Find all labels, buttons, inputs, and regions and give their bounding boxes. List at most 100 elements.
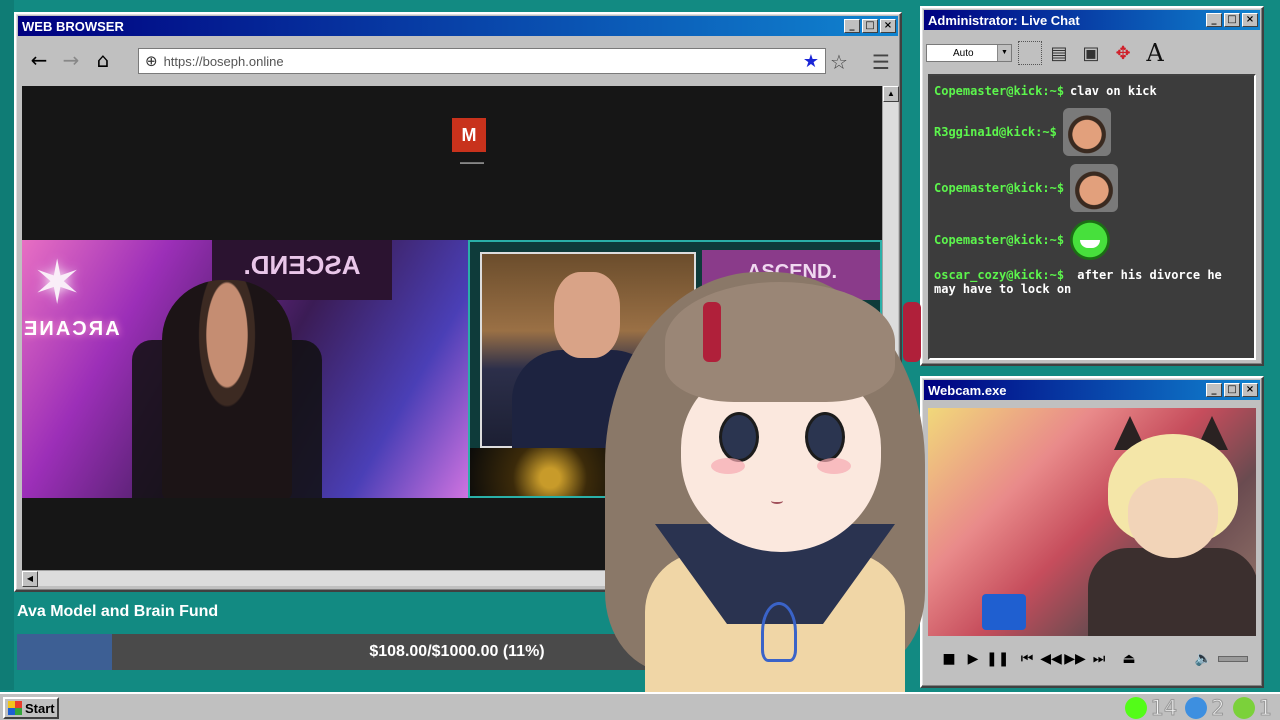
webcam-title: Webcam.exe: [928, 382, 1007, 398]
start-label: Start: [25, 700, 55, 716]
donation-status-text: $108.00/$1000.00 (11%): [369, 643, 545, 660]
guest-video-inset: [480, 252, 696, 450]
browser-title: WEB BROWSER: [22, 18, 124, 34]
donation-title: Ava Model and Brain Fund: [17, 603, 219, 620]
favorites-star-icon[interactable]: ☆: [830, 50, 848, 74]
selection-tool-icon[interactable]: [1018, 41, 1042, 65]
webcam-titlebar[interactable]: Webcam.exe _ □ ×: [924, 380, 1260, 400]
chat-message: R3ggina1d@kick:~$: [934, 108, 1250, 156]
close-button[interactable]: ×: [1242, 13, 1258, 27]
bookmark-star-icon[interactable]: ★: [803, 51, 819, 72]
donation-progress-bar: $108.00/$1000.00 (11%): [17, 634, 897, 670]
moon-count: 2: [1211, 696, 1225, 720]
green-laugh-emote-icon: [1070, 220, 1111, 260]
stream-left-video[interactable]: ASCEND. ✶ ARCANE: [22, 240, 468, 498]
paste-icon[interactable]: ▣: [1076, 38, 1106, 68]
chat-username[interactable]: Copemaster@kick:~$: [934, 233, 1064, 247]
font-size-select[interactable]: Auto ▼: [926, 44, 1012, 62]
browser-viewport: M ▬▬▬▬ ASCEND. ✶ ARCANE ASCEND.: [22, 86, 882, 570]
font-icon[interactable]: A: [1140, 38, 1170, 68]
url-text[interactable]: https://boseph.online: [164, 54, 803, 69]
move-icon[interactable]: ✥: [1108, 38, 1138, 68]
minimize-button[interactable]: _: [844, 19, 860, 33]
play-icon[interactable]: ▶: [962, 651, 984, 667]
fast-forward-icon[interactable]: ▶▶: [1064, 651, 1086, 667]
blue-mug: [982, 594, 1026, 630]
avatar-body: [1088, 548, 1256, 636]
font-size-value: Auto: [953, 47, 974, 59]
desktop-edge: [0, 0, 14, 690]
chat-toolbar: Auto ▼ ▤ ▣ ✥ A: [926, 34, 1258, 72]
horizontal-scrollbar[interactable]: ◀: [22, 570, 898, 587]
chat-message: Copemaster@kick:~$: [934, 220, 1250, 260]
pause-icon[interactable]: ❚❚: [986, 651, 1009, 667]
menu-icon[interactable]: ☰: [872, 50, 890, 74]
maximize-button[interactable]: □: [862, 19, 878, 33]
ascend-banner-right: ASCEND.: [702, 250, 880, 300]
address-bar[interactable]: ⊕ https://boseph.online ★: [138, 48, 826, 74]
forward-arrow-icon[interactable]: →: [58, 47, 84, 73]
volume-control: 🔈: [1195, 651, 1256, 667]
chat-message: Copemaster@kick:~$ clav on kick: [934, 82, 1250, 100]
stop-icon[interactable]: ■: [938, 651, 960, 667]
neon-star-icon: ✶: [32, 248, 83, 318]
sparkle-graphic: [470, 448, 670, 496]
system-tray: 14 2 1: [1117, 695, 1273, 720]
chevron-down-icon[interactable]: ▼: [997, 45, 1011, 61]
close-button[interactable]: ×: [1242, 383, 1258, 397]
channel-caption: ▬▬▬▬: [460, 160, 484, 166]
chat-text: clav on kick: [1070, 84, 1157, 98]
scroll-left-arrow-icon[interactable]: ◀: [22, 571, 38, 587]
chat-message: Copemaster@kick:~$: [934, 164, 1250, 212]
previous-icon[interactable]: ⏮: [1016, 651, 1038, 667]
chat-log[interactable]: Copemaster@kick:~$ clav on kick R3ggina1…: [928, 74, 1256, 360]
chat-title: Administrator: Live Chat: [928, 12, 1080, 28]
maximize-button[interactable]: □: [1224, 383, 1240, 397]
guest-face: [554, 272, 620, 358]
stream-right-video[interactable]: ASCEND.: [468, 240, 882, 498]
close-button[interactable]: ×: [880, 19, 896, 33]
start-button[interactable]: Start: [3, 697, 59, 719]
chat-username[interactable]: oscar_cozy@kick:~$: [934, 268, 1064, 282]
kick-count: 14: [1150, 696, 1178, 720]
chat-titlebar[interactable]: Administrator: Live Chat _ □ ×: [924, 10, 1260, 30]
face-emote-icon: [1070, 164, 1119, 212]
globe-icon: ⊕: [145, 52, 158, 70]
back-arrow-icon[interactable]: ←: [26, 47, 52, 73]
windows-logo-icon: [8, 701, 22, 715]
hair-ribbon-right: [903, 302, 921, 362]
chat-username[interactable]: R3ggina1d@kick:~$: [934, 125, 1057, 139]
chat-message: oscar_cozy@kick:~$ after his divorce he …: [934, 268, 1250, 296]
rewind-icon[interactable]: ◀◀: [1040, 651, 1062, 667]
minimize-button[interactable]: _: [1206, 383, 1222, 397]
face-emote-icon: [1062, 108, 1111, 156]
home-icon[interactable]: ⌂: [90, 47, 116, 73]
arcane-sign: ARCANE: [22, 318, 120, 340]
play-count: 1: [1258, 696, 1272, 720]
scroll-up-arrow-icon[interactable]: ▲: [883, 86, 899, 102]
minimize-button[interactable]: _: [1206, 13, 1222, 27]
media-controls: ■ ▶ ❚❚ ⏮ ◀◀ ▶▶ ⏭ ⏏ 🔈: [928, 642, 1256, 676]
volume-icon[interactable]: 🔈: [1195, 651, 1212, 667]
webcam-window: Webcam.exe _ □ × ■ ▶ ❚❚ ⏮ ◀◀ ▶▶ ⏭ ⏏ 🔈: [920, 376, 1264, 688]
live-chat-window: Administrator: Live Chat _ □ × Auto ▼ ▤ …: [920, 6, 1264, 366]
streamer-figure: [162, 280, 292, 498]
play-circle-icon[interactable]: [1232, 697, 1255, 719]
moon-icon[interactable]: [1185, 697, 1208, 719]
volume-slider[interactable]: [1218, 656, 1248, 662]
document-icon[interactable]: ▤: [1044, 38, 1074, 68]
next-icon[interactable]: ⏭: [1088, 651, 1110, 667]
eject-icon[interactable]: ⏏: [1118, 651, 1140, 667]
maximize-button[interactable]: □: [1224, 13, 1240, 27]
chat-username[interactable]: Copemaster@kick:~$: [934, 181, 1064, 195]
web-browser-window: WEB BROWSER _ □ × ← → ⌂ ⊕ https://boseph…: [14, 12, 902, 592]
browser-titlebar[interactable]: WEB BROWSER _ □ ×: [18, 16, 898, 36]
channel-logo: M: [452, 118, 486, 152]
guest-suit: [512, 350, 662, 450]
webcam-video[interactable]: [928, 408, 1256, 636]
vertical-scrollbar[interactable]: ▲: [882, 86, 899, 570]
taskbar: Start 14 2 1: [0, 692, 1280, 720]
chat-username[interactable]: Copemaster@kick:~$: [934, 84, 1064, 98]
kick-icon[interactable]: [1124, 697, 1147, 719]
avatar-face: [1128, 478, 1218, 558]
